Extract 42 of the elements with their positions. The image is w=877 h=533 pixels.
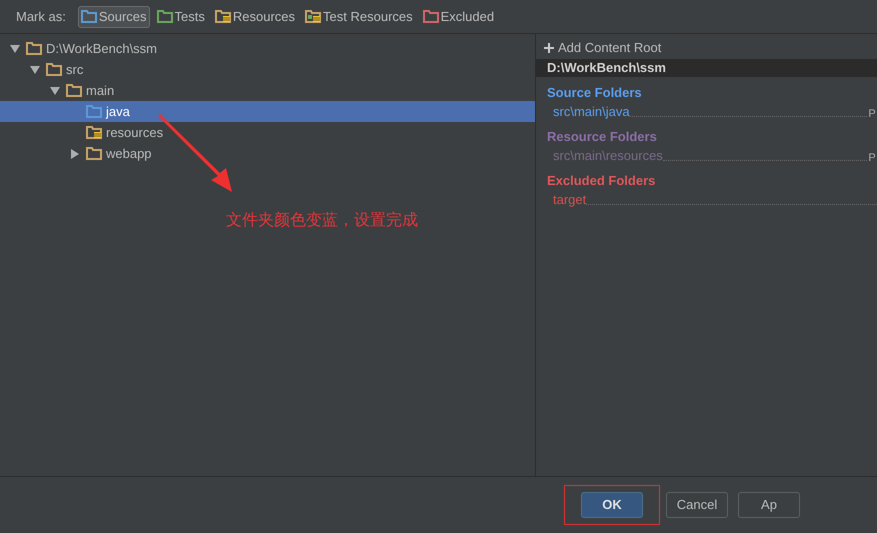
dialog-button[interactable]: Cancel (666, 492, 728, 518)
folder-icon (86, 126, 102, 139)
tree-row[interactable]: resources (0, 122, 535, 143)
properties-button[interactable]: P (867, 107, 877, 121)
folder-icon (80, 10, 97, 23)
mark-as-test-resource-button[interactable]: Test Resources (302, 6, 416, 28)
content-root-path: D:\WorkBench\ssm (536, 59, 877, 77)
folder-icon (214, 10, 231, 23)
folder-icon (86, 147, 102, 160)
expanded-arrow-icon[interactable] (10, 44, 20, 52)
annotation-text: 文件夹颜色变蓝，设置完成 (226, 209, 418, 231)
properties-button[interactable]: P (867, 151, 877, 165)
section-heading: Source Folders (546, 85, 643, 101)
folder-icon (422, 10, 439, 23)
mark-as-test-button[interactable]: Tests (154, 6, 208, 28)
folder-icon (26, 42, 42, 55)
folder-icon (86, 105, 102, 118)
folder-path: src\main\resources (553, 146, 663, 164)
folder-icon (46, 63, 62, 76)
tree-row[interactable]: src (0, 59, 535, 80)
add-content-root-button[interactable]: Add Content Root (544, 39, 662, 57)
collapsed-arrow-icon[interactable] (71, 148, 79, 158)
mark-as-label: Mark as: (16, 8, 66, 26)
folder-icon (156, 10, 173, 23)
mark-as-source-button[interactable]: Sources (78, 6, 150, 28)
mark-as-resource-button[interactable]: Resources (212, 6, 298, 28)
tree-row[interactable]: java (0, 101, 535, 122)
tree-row[interactable]: main (0, 80, 535, 101)
mark-as-excluded-button[interactable]: Excluded (420, 6, 498, 28)
tree-row[interactable]: D:\WorkBench\ssm (0, 38, 535, 59)
expanded-arrow-icon[interactable] (50, 86, 60, 94)
folder-path: src\main\java (553, 102, 630, 121)
section-heading: Resource Folders (546, 129, 658, 145)
expanded-arrow-icon[interactable] (30, 66, 40, 74)
folder-icon (66, 84, 82, 97)
plus-icon (544, 43, 554, 53)
folder-path: target (553, 190, 586, 209)
folder-icon (305, 10, 322, 23)
ok-button[interactable]: OK (581, 492, 643, 518)
section-heading: Excluded Folders (546, 173, 656, 189)
tree-row[interactable]: webapp (0, 143, 535, 164)
dialog-button[interactable]: Ap (738, 492, 800, 518)
